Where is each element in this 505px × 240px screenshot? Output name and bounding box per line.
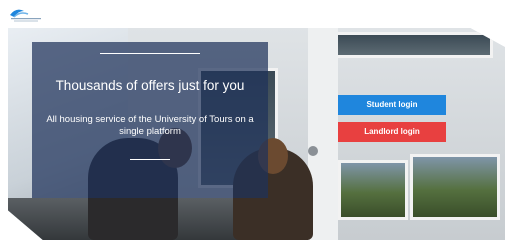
hero-subline: All housing service of the University of… — [46, 114, 254, 137]
divider-top — [100, 53, 200, 54]
top-bar — [0, 0, 505, 28]
divider-bottom — [130, 159, 170, 160]
hero-headline: Thousands of offers just for you — [55, 78, 245, 93]
hero-text-panel: Thousands of offers just for you All hou… — [32, 42, 268, 198]
lower-window-right — [410, 154, 500, 220]
lower-window-left — [338, 160, 408, 220]
landlord-login-button[interactable]: Landlord login — [338, 122, 446, 142]
university-logo[interactable] — [8, 5, 44, 23]
wall-lamp — [308, 146, 318, 156]
upper-window — [333, 32, 493, 58]
student-login-button[interactable]: Student login — [338, 95, 446, 115]
